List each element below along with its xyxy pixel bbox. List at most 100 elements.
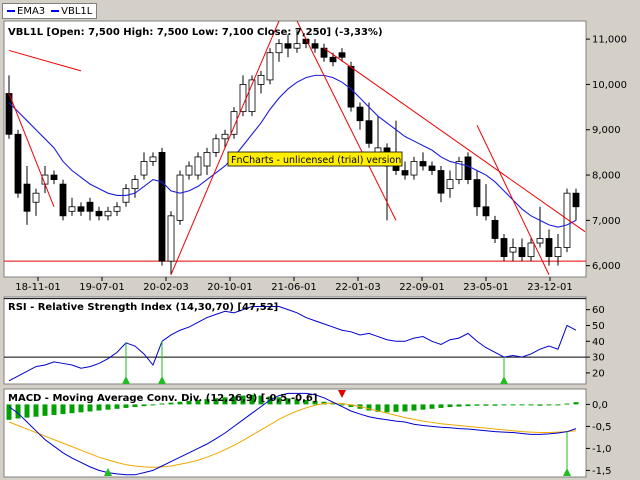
candle: [59, 183, 67, 217]
date-x-tick-label: 21-06-01: [271, 282, 316, 293]
candle: [95, 210, 103, 217]
macd-histogram-bar: [393, 404, 399, 412]
macd-histogram-bar: [114, 404, 120, 409]
macd-histogram-bar: [573, 402, 579, 405]
date-x-tick-label: 20-10-01: [207, 282, 252, 293]
date-x-tick-label: 22-01-03: [335, 282, 380, 293]
macd-histogram-bar: [555, 404, 561, 406]
candle: [482, 206, 490, 217]
macd-histogram-bar: [123, 404, 129, 408]
price-y-tick-label: 8,000: [592, 171, 621, 182]
macd-histogram-bar: [492, 404, 498, 406]
watermark-text: FnCharts - unlicensed (trial) version: [231, 155, 401, 166]
candle: [257, 74, 265, 85]
candle: [572, 192, 580, 208]
candle: [149, 156, 157, 162]
rsi-panel: 20 30 40 50 60 RSI - Relative Strength Index…: [3, 296, 605, 385]
price-y-tick-label: 7,000: [592, 216, 621, 227]
candle: [86, 201, 94, 212]
macd-histogram-bar: [141, 404, 147, 407]
candle: [158, 151, 166, 262]
candle: [428, 165, 436, 171]
candle: [113, 206, 121, 212]
candle: [527, 242, 535, 258]
price-panel: 6,000 7,000 8,000 9,000 10,000 11,000 18-11-0…: [3, 20, 627, 293]
macd-histogram-bar: [384, 404, 390, 413]
date-x-tick-label: 22-09-01: [399, 282, 444, 293]
date-x-tick-label: 23-05-01: [463, 282, 508, 293]
candle: [221, 133, 229, 140]
candle: [464, 156, 472, 180]
macd-y-tick-label: -1,0: [592, 444, 612, 455]
rsi-y-axis: 20 30 40 50 60: [586, 305, 605, 379]
date-x-axis: 18-11-01 19-07-01 20-02-03 20-10-01 21-06-01…: [15, 277, 573, 293]
candle: [536, 238, 544, 244]
rsi-y-tick-label: 40: [592, 337, 605, 348]
macd-histogram-bar: [78, 404, 84, 413]
watermark: FnCharts - unlicensed (trial) version: [227, 151, 403, 167]
rsi-y-tick-label: 50: [592, 321, 605, 332]
price-y-axis: 6,000 7,000 8,000 9,000 10,000 11,000: [592, 35, 627, 273]
candle: [140, 161, 148, 176]
candle: [518, 247, 526, 258]
macd-histogram-bar: [546, 404, 552, 406]
macd-histogram-bar: [510, 404, 516, 406]
price-y-tick-label: 9,000: [592, 125, 621, 136]
macd-y-tick-label: -0,5: [592, 422, 612, 433]
macd-panel-title: MACD - Moving Average Conv. Div. (12,26,…: [8, 393, 317, 404]
candle: [50, 174, 58, 180]
candle: [410, 161, 418, 176]
macd-histogram-bar: [501, 404, 507, 406]
candle: [167, 215, 175, 262]
macd-histogram-bar: [519, 404, 525, 406]
candle: [446, 179, 454, 190]
price-y-tick-label: 10,000: [592, 80, 627, 91]
chart-window: EMA3 VBL1L 6,000 7,000 8,000 9,000 10,000 11,…: [0, 0, 640, 480]
macd-histogram-bar: [456, 404, 462, 407]
chart-svg: 6,000 7,000 8,000 9,000 10,000 11,000 18-11-0…: [3, 20, 627, 478]
candle: [545, 238, 553, 258]
candle: [77, 206, 85, 212]
macd-histogram-bar: [411, 404, 417, 411]
candle: [500, 238, 508, 258]
candle: [284, 43, 292, 49]
date-x-tick-label: 19-07-01: [79, 282, 124, 293]
candle: [293, 43, 301, 49]
candle: [14, 133, 22, 194]
macd-y-tick-label: 0,0: [592, 400, 608, 411]
rsi-panel-title: RSI - Relative Strength Index (14,30,70)…: [8, 302, 278, 313]
candle: [266, 52, 274, 81]
macd-histogram-bar: [483, 404, 489, 406]
candle: [491, 219, 499, 239]
macd-y-axis: 0,0 -0,5 -1,0 -1,5: [586, 400, 612, 477]
macd-histogram-bar: [447, 404, 453, 408]
macd-histogram-bar: [465, 404, 471, 407]
macd-histogram-bar: [564, 403, 570, 405]
macd-histogram-bar: [132, 404, 138, 408]
date-x-tick-label: 20-02-03: [143, 282, 188, 293]
price-y-tick-label: 11,000: [592, 35, 627, 46]
candle: [239, 84, 247, 113]
date-x-tick-label: 23-12-01: [527, 282, 572, 293]
candle: [104, 210, 112, 217]
macd-histogram-bar: [60, 404, 66, 415]
candle: [176, 174, 184, 221]
macd-histogram-bar: [24, 404, 30, 418]
macd-histogram-bar: [51, 404, 57, 415]
macd-histogram-bar: [528, 404, 534, 406]
macd-histogram-bar: [87, 404, 93, 412]
macd-histogram-bar: [96, 404, 102, 411]
rsi-y-tick-label: 20: [592, 368, 605, 379]
price-plot-area: [3, 20, 587, 278]
macd-histogram-bar: [537, 404, 543, 406]
candle: [338, 52, 346, 58]
price-grid: [586, 38, 590, 267]
candle: [32, 192, 40, 203]
candle: [329, 56, 337, 63]
macd-histogram-bar: [420, 404, 426, 410]
candle: [131, 179, 139, 190]
macd-panel: 0,0 -0,5 -1,0 -1,5 MACD - Moving Average Co…: [3, 388, 612, 478]
candle: [554, 247, 562, 258]
candle: [68, 206, 76, 212]
candle: [185, 165, 193, 176]
